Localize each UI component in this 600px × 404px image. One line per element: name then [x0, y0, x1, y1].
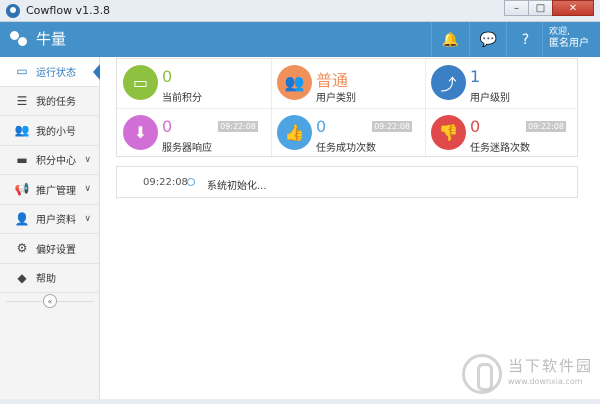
sidebar-item-status[interactable]: ▭ 运行状态: [0, 57, 100, 87]
stat-card-points: ▭ 0 当前积分: [117, 59, 271, 108]
watermark: 当下软件园 www.downxia.com: [462, 352, 598, 400]
window-title: Cowflow v1.3.8: [26, 4, 111, 17]
watermark-text: 当下软件园: [508, 357, 594, 375]
monitor-icon: ▭: [16, 64, 28, 79]
timeline-dot-icon: [187, 178, 195, 186]
thumbs-up-icon: 👍: [277, 115, 312, 150]
chat-icon: 💬: [479, 31, 498, 48]
window-controls: – □ ✕: [504, 0, 594, 16]
megaphone-icon: 📢: [14, 182, 30, 197]
gears-icon: ⚙: [16, 241, 28, 256]
stat-timestamp: 09:22:08: [526, 121, 566, 132]
sidebar-item-profile[interactable]: 👤 用户资料 ∨: [0, 205, 99, 234]
stat-value: 0: [470, 117, 481, 136]
sidebar-item-label: 我的小号: [36, 126, 76, 138]
chevron-down-icon: ∨: [84, 213, 91, 224]
welcome-label: 欢迎,: [549, 27, 570, 37]
sidebar-item-label: 偏好设置: [36, 244, 76, 256]
stat-label: 用户级别: [470, 93, 510, 104]
collapse-sidebar-button[interactable]: «: [43, 294, 57, 308]
username-label: 匿名用户: [549, 38, 589, 49]
log-time: 09:22:08: [143, 177, 188, 188]
brand-name: 牛量: [36, 30, 67, 48]
stat-label: 当前积分: [162, 93, 202, 104]
sidebar-item-label: 运行状态: [36, 67, 76, 79]
stat-timestamp: 09:22:08: [218, 121, 258, 132]
stat-timestamp: 09:22:08: [372, 121, 412, 132]
bell-icon: 🔔: [441, 31, 460, 48]
sidebar-item-label: 积分中心: [36, 156, 76, 168]
chevron-down-icon: ∨: [84, 184, 91, 195]
activity-log: 09:22:08 系统初始化...: [116, 166, 578, 198]
maximize-button[interactable]: □: [528, 0, 553, 16]
sidebar-item-tasks[interactable]: ☰ 我的任务: [0, 87, 99, 116]
watermark-url: www.downxia.com: [508, 377, 583, 386]
question-icon: ?: [521, 31, 530, 48]
download-icon: ⬇: [123, 115, 158, 150]
thumbs-down-icon: 👎: [431, 115, 466, 150]
minimize-button[interactable]: –: [504, 0, 529, 16]
watermark-logo-icon: [462, 354, 502, 394]
chevron-down-icon: ∨: [84, 154, 91, 165]
stat-value: 0: [162, 67, 173, 86]
sidebar-item-promotion[interactable]: 📢 推广管理 ∨: [0, 175, 99, 205]
window-titlebar: Cowflow v1.3.8 – □ ✕: [0, 0, 600, 22]
tag-icon: ◆: [17, 270, 27, 285]
stat-label: 服务器响应: [162, 143, 212, 154]
user-welcome[interactable]: 欢迎, 匿名用户: [542, 22, 600, 57]
sidebar-item-preferences[interactable]: ⚙ 偏好设置: [0, 234, 99, 264]
sidebar-item-help[interactable]: ◆ 帮助: [0, 264, 99, 293]
stat-card-task-success: 👍 0 任务成功次数 09:22:08: [271, 109, 425, 158]
level-up-icon: ⤴: [431, 65, 466, 100]
stat-value: 1: [470, 67, 481, 86]
notifications-button[interactable]: 🔔: [431, 22, 469, 57]
stats-panel: ▭ 0 当前积分 👥 普通 用户类别 ⤴ 1 用户级别 ⬇ 0 服务器响应 09…: [116, 58, 579, 158]
card-icon: ▭: [123, 65, 158, 100]
stat-value: 普通: [316, 71, 349, 90]
user-icon: 👤: [14, 211, 30, 226]
stat-label: 用户类别: [316, 93, 356, 104]
sidebar-item-accounts[interactable]: 👥 我的小号: [0, 116, 99, 146]
sidebar: ▭ 运行状态 ☰ 我的任务 👥 我的小号 ▬ 积分中心 ∨ 📢 推广管理 ∨ 👤…: [0, 57, 100, 399]
close-button[interactable]: ✕: [552, 0, 594, 16]
help-button[interactable]: ?: [506, 22, 544, 57]
sidebar-item-label: 帮助: [36, 274, 56, 286]
stat-card-user-type: 👥 普通 用户类别: [271, 59, 425, 108]
credit-card-icon: ▬: [16, 152, 28, 167]
log-message: 系统初始化...: [207, 181, 267, 192]
stat-card-server-response: ⬇ 0 服务器响应 09:22:08: [117, 109, 271, 158]
stat-value: 0: [162, 117, 173, 136]
sidebar-item-points[interactable]: ▬ 积分中心 ∨: [0, 146, 99, 175]
stat-card-task-lost: 👎 0 任务迷路次数 09:22:08: [425, 109, 579, 158]
users-icon: 👥: [14, 123, 30, 138]
messages-button[interactable]: 💬: [469, 22, 507, 57]
brand: 牛量: [10, 28, 66, 49]
group-icon: 👥: [277, 65, 312, 100]
app-header: 牛量 🔔 💬 ? 欢迎, 匿名用户: [0, 22, 600, 57]
stat-label: 任务成功次数: [316, 143, 376, 154]
stat-label: 任务迷路次数: [470, 143, 530, 154]
brand-logo-icon: [10, 29, 30, 49]
sidebar-item-label: 我的任务: [36, 97, 76, 109]
sidebar-item-label: 用户资料: [36, 215, 76, 227]
stat-value: 0: [316, 117, 327, 136]
status-bar: [0, 399, 600, 404]
stat-card-user-level: ⤴ 1 用户级别: [425, 59, 579, 108]
sidebar-collapse-row: «: [0, 293, 100, 309]
task-list-icon: ☰: [16, 93, 28, 108]
app-logo-icon: [6, 4, 20, 18]
sidebar-item-label: 推广管理: [36, 185, 76, 197]
